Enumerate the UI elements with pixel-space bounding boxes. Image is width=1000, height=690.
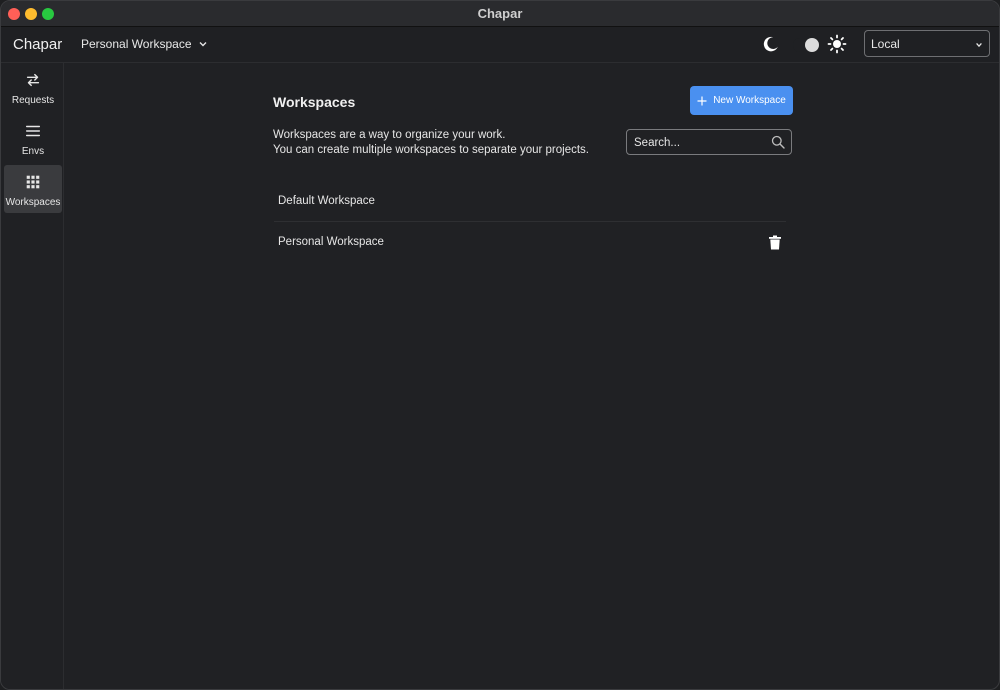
- page-title: Workspaces: [273, 94, 356, 110]
- sidebar-item-label: Requests: [11, 95, 55, 106]
- environment-select[interactable]: Local: [864, 30, 990, 57]
- plus-icon: [697, 96, 707, 105]
- description-line: Workspaces are a way to organize your wo…: [273, 129, 506, 141]
- app-name: Chapar: [13, 36, 63, 53]
- sidebar-item-label: Envs: [21, 146, 45, 157]
- page-description: Workspaces are a way to organize your wo…: [273, 128, 589, 158]
- theme-toggle-knob: [805, 38, 819, 52]
- search-icon[interactable]: [771, 135, 785, 149]
- workspace-name: Default Workspace: [278, 195, 375, 207]
- menu-lines-icon: [25, 125, 41, 137]
- workspace-row[interactable]: Personal Workspace: [274, 223, 786, 263]
- workspace-name: Personal Workspace: [278, 236, 384, 248]
- grid-icon: [26, 175, 40, 189]
- title-bar: Chapar: [1, 1, 999, 27]
- search-input[interactable]: [632, 134, 766, 152]
- workspace-selector[interactable]: Personal Workspace: [81, 37, 208, 51]
- sidebar-item-requests[interactable]: Requests: [4, 71, 62, 119]
- new-workspace-button[interactable]: New Workspace: [690, 86, 793, 115]
- sidebar: Requests Envs Workspaces: [1, 63, 64, 689]
- sidebar-item-workspaces[interactable]: Workspaces: [4, 165, 62, 213]
- chevron-down-icon: [976, 42, 982, 48]
- chevron-down-icon: [199, 42, 206, 47]
- trash-icon[interactable]: [768, 235, 782, 250]
- environment-select-value: Local: [871, 37, 900, 51]
- sun-icon: [827, 34, 847, 54]
- description-line: You can create multiple workspaces to se…: [273, 144, 589, 156]
- sidebar-item-envs[interactable]: Envs: [4, 122, 62, 170]
- new-workspace-label: New Workspace: [713, 95, 786, 106]
- search-box: [626, 129, 792, 155]
- swap-arrows-icon: [26, 73, 40, 87]
- moon-icon: [763, 36, 778, 52]
- workspace-selector-label: Personal Workspace: [81, 37, 192, 51]
- app-header: Chapar Personal Workspace Local: [1, 27, 999, 63]
- main-content: Workspaces New Workspace Workspaces are …: [64, 63, 999, 689]
- window-title: Chapar: [477, 6, 523, 21]
- app-window: Chapar Chapar Personal Workspace Local R…: [0, 0, 1000, 690]
- theme-toggle[interactable]: [793, 38, 819, 52]
- workspace-row[interactable]: Default Workspace: [274, 182, 786, 222]
- sidebar-item-label: Workspaces: [5, 197, 61, 208]
